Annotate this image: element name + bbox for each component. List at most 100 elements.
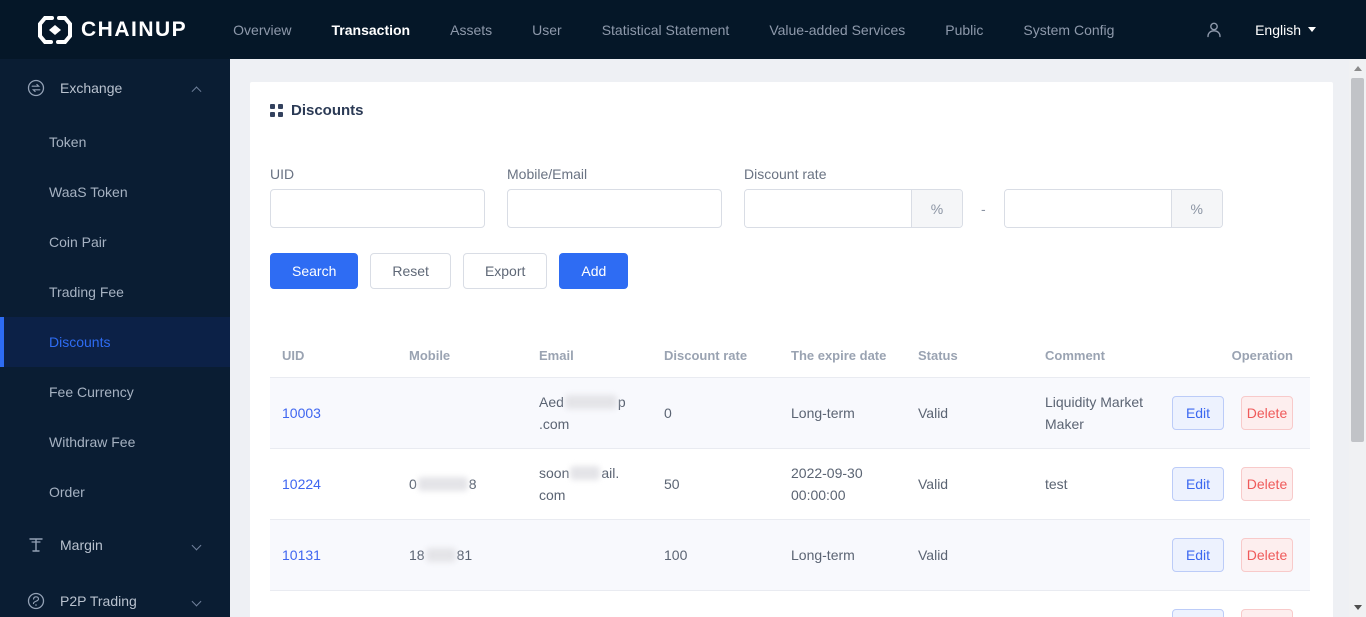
main-content: Discounts UID Mobile/Email Discount rate… (230, 59, 1349, 617)
delete-button[interactable]: Delete (1241, 467, 1293, 501)
table-row: 10224 0 8 soon ail. com 50 2022-09-30 00:00:00 V… (270, 449, 1310, 520)
cell-status: Valid (918, 476, 949, 492)
nav-item-overview[interactable]: Overview (233, 22, 291, 38)
table-body: 10003 Aed p .com 0 Long-term Valid Liquidity Ma… (270, 378, 1310, 617)
sidebar-item-coin-pair[interactable]: Coin Pair (0, 217, 230, 267)
sidebar-group-exchange: Exchange Token WaaS Token Coin Pair Trading … (0, 69, 230, 517)
sidebar: Exchange Token WaaS Token Coin Pair Trading … (0, 59, 230, 617)
page-title-text: Discounts (291, 102, 364, 119)
cell-mobile (397, 407, 527, 419)
column-header-the-expire-date: The expire date (791, 348, 887, 363)
caret-down-icon (1308, 27, 1316, 32)
delete-button[interactable]: Delete (1241, 538, 1293, 572)
exchange-icon (26, 78, 46, 98)
nav-item-system-config[interactable]: System Config (1023, 22, 1114, 38)
nav-item-statistical-statement[interactable]: Statistical Statement (602, 22, 730, 38)
discount-rate-max-wrap: % (1003, 189, 1223, 228)
nav-item-transaction[interactable]: Transaction (332, 22, 411, 38)
column-header-email: Email (539, 348, 574, 363)
export-button[interactable]: Export (462, 253, 548, 289)
cell-email (527, 549, 652, 561)
range-separator: - (981, 200, 986, 217)
cell-discount-rate: 50 (664, 476, 680, 492)
discounts-card: Discounts UID Mobile/Email Discount rate… (250, 82, 1333, 617)
redacted-text (564, 395, 617, 409)
cell-expire-date: Long-term (791, 547, 855, 563)
sidebar-item-waas-token[interactable]: WaaS Token (0, 167, 230, 217)
column-header-uid: UID (282, 348, 305, 363)
edit-button[interactable]: Edit (1172, 538, 1224, 572)
sidebar-group-label: Exchange (60, 80, 123, 96)
language-selector[interactable]: English (1255, 22, 1316, 38)
sidebar-item-token[interactable]: Token (0, 117, 230, 167)
column-header-status: Status (918, 348, 958, 363)
table-row: 10003 Aed p .com 0 Long-term Valid Liquidity Ma… (270, 378, 1310, 449)
logo-text: CHAINUP (81, 17, 188, 41)
discount-rate-range: % - % (744, 181, 1223, 228)
chainup-logo[interactable]: CHAINUP (38, 15, 187, 45)
sidebar-group-header-margin[interactable]: Margin (0, 517, 230, 573)
uid-link[interactable]: 10224 (282, 476, 321, 492)
sidebar-item-discounts[interactable]: Discounts (0, 317, 230, 367)
cell-discount-rate: 0 (664, 405, 672, 421)
sidebar-item-fee-currency[interactable]: Fee Currency (0, 367, 230, 417)
cell-mobile: 08 (409, 476, 477, 492)
column-header-discount-rate: Discount rate (664, 348, 748, 363)
reset-button[interactable]: Reset (370, 253, 451, 289)
cell-status: Valid (918, 405, 949, 421)
edit-button[interactable]: Edit (1172, 467, 1224, 501)
chevron-down-icon (191, 540, 202, 550)
cell-email: soon ail. com (539, 465, 620, 503)
sidebar-group-label: P2P Trading (60, 593, 137, 609)
scroll-up-arrow[interactable] (1349, 60, 1366, 77)
cell-expire-date: Long-term (791, 405, 855, 421)
uid-link[interactable]: 10003 (282, 405, 321, 421)
redacted-text (417, 477, 468, 491)
cell-operation: Edit Delete (1160, 532, 1310, 578)
delete-button[interactable]: Delete (1241, 609, 1293, 617)
search-button[interactable]: Search (270, 253, 359, 289)
add-button[interactable]: Add (559, 253, 629, 289)
margin-icon (26, 535, 46, 555)
uid-input[interactable] (270, 189, 485, 228)
discount-rate-label: Discount rate (744, 166, 827, 182)
p2p-icon (26, 591, 46, 611)
nav-item-value-added-services[interactable]: Value-added Services (769, 22, 905, 38)
edit-button[interactable]: Edit (1172, 609, 1224, 617)
discount-rate-max-input[interactable] (1004, 190, 1171, 227)
delete-button[interactable]: Delete (1241, 396, 1293, 430)
sidebar-item-order[interactable]: Order (0, 467, 230, 517)
uid-label: UID (270, 166, 295, 182)
mobile-email-label: Mobile/Email (507, 166, 588, 182)
sidebar-group-header-p2p-trading[interactable]: P2P Trading (0, 573, 230, 617)
uid-link[interactable]: 10131 (282, 547, 321, 563)
nav-item-user[interactable]: User (532, 22, 562, 38)
mobile-email-input[interactable] (507, 189, 722, 228)
cell-uid: 10003 (270, 396, 397, 430)
page-title: Discounts (270, 102, 1313, 119)
discount-rate-min-input[interactable] (745, 190, 911, 227)
table-row: Edit Delete (270, 591, 1310, 617)
sidebar-group-header-exchange[interactable]: Exchange (0, 69, 230, 107)
user-icon[interactable] (1205, 21, 1223, 39)
scrollbar-thumb[interactable] (1351, 78, 1364, 442)
sidebar-item-withdraw-fee[interactable]: Withdraw Fee (0, 417, 230, 467)
cell-mobile: 18 81 (409, 547, 473, 563)
edit-button[interactable]: Edit (1172, 396, 1224, 430)
scroll-down-arrow[interactable] (1349, 599, 1366, 616)
sidebar-item-trading-fee[interactable]: Trading Fee (0, 267, 230, 317)
cell-discount-rate: 100 (664, 547, 688, 563)
discount-rate-min-wrap: % (744, 189, 963, 228)
uid-field-group: UID (270, 166, 485, 228)
nav-item-assets[interactable]: Assets (450, 22, 492, 38)
percent-suffix: % (1170, 190, 1222, 227)
discount-rate-field-group: Discount rate % - % (744, 166, 1223, 228)
sidebar-group-p2p-trading: P2P Trading (0, 573, 230, 617)
vertical-scrollbar (1349, 59, 1366, 617)
chevron-down-icon (191, 596, 202, 606)
nav-item-public[interactable]: Public (945, 22, 983, 38)
chevron-up-icon (191, 85, 202, 96)
sidebar-group-items: Token WaaS Token Coin Pair Trading Fee Disco… (0, 117, 230, 517)
cell-operation: Edit Delete (1160, 603, 1310, 617)
sidebar-group-label: Margin (60, 537, 103, 553)
